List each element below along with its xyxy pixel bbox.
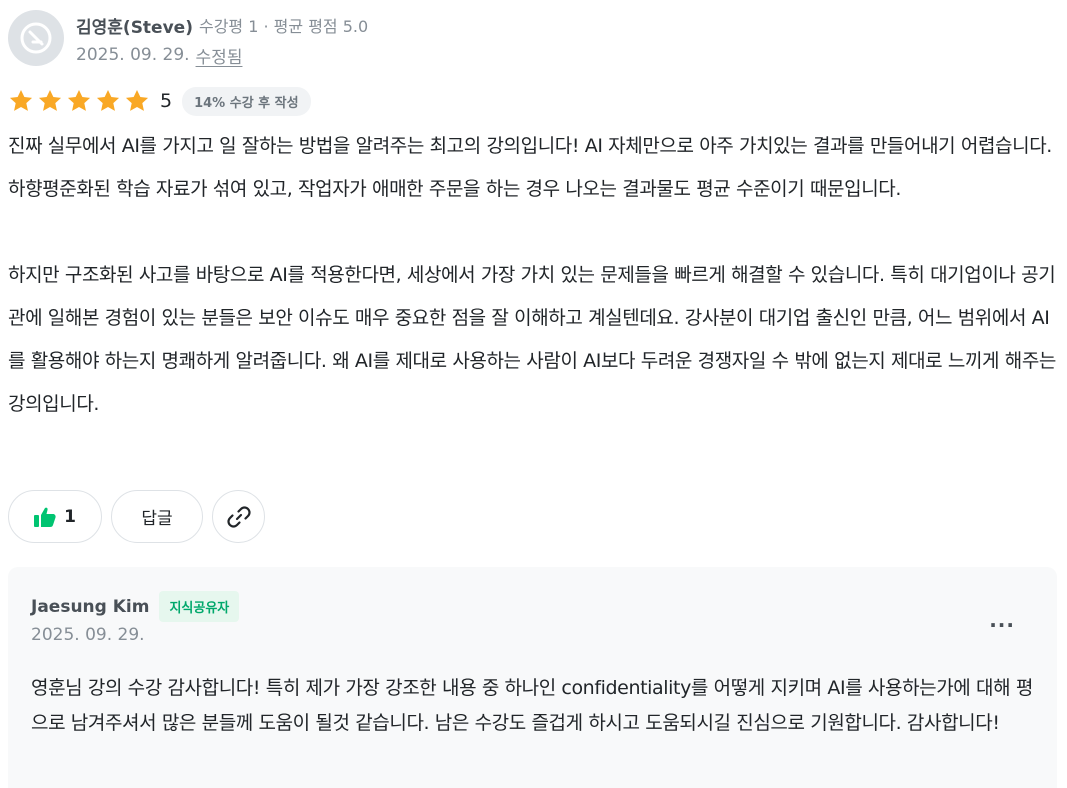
- star-icon: [125, 89, 149, 111]
- like-button[interactable]: 1: [8, 490, 102, 543]
- edited-label[interactable]: 수정됨: [196, 43, 243, 68]
- reply-author-name[interactable]: Jaesung Kim: [31, 597, 149, 617]
- reply-button-label: 답글: [141, 509, 173, 529]
- review-paragraph: 하지만 구조화된 사고를 바탕으로 AI를 적용한다면, 세상에서 가장 가치 …: [8, 264, 1056, 415]
- star-icon: [67, 89, 91, 111]
- avatar[interactable]: [8, 10, 64, 66]
- reply-button[interactable]: 답글: [111, 490, 203, 543]
- copy-link-button[interactable]: [212, 490, 265, 543]
- review-header: 김영훈(Steve) 수강평 1 · 평균 평점 5.0 2025. 09. 2…: [8, 10, 368, 70]
- reply-content: 영훈님 강의 수강 감사합니다! 특히 제가 가장 강조한 내용 중 하나인 c…: [31, 677, 1033, 734]
- star-icon: [9, 89, 33, 111]
- author-stats: 수강평 1 · 평균 평점 5.0: [198, 17, 369, 36]
- like-count: 1: [64, 506, 76, 527]
- reply-date: 2025. 09. 29.: [31, 625, 145, 645]
- progress-badge: 14% 수강 후 작성: [182, 86, 311, 116]
- thumbs-up-icon: [34, 507, 56, 527]
- link-icon: [226, 505, 251, 528]
- review-meta: 김영훈(Steve) 수강평 1 · 평균 평점 5.0 2025. 09. 2…: [76, 10, 368, 70]
- instructor-reply: Jaesung Kim 지식공유자 2025. 09. 29. ··· 영훈님 …: [8, 567, 1057, 788]
- review-date: 2025. 09. 29.: [76, 45, 190, 65]
- rating-score: 5: [160, 90, 173, 112]
- more-options-button[interactable]: ···: [989, 613, 1015, 637]
- author-name[interactable]: 김영훈(Steve): [76, 13, 193, 38]
- star-rating: [8, 88, 150, 114]
- review-paragraph: 진짜 실무에서 AI를 가지고 일 잘하는 방법을 알려주는 최고의 강의입니다…: [8, 135, 1052, 200]
- review-content: 진짜 실무에서 AI를 가지고 일 잘하는 방법을 알려주는 최고의 강의입니다…: [8, 125, 1060, 426]
- rating-row: 5 14% 수강 후 작성: [8, 86, 311, 116]
- default-avatar-icon: [20, 22, 52, 54]
- star-icon: [96, 89, 120, 111]
- review-actions: 1 답글: [8, 490, 265, 543]
- star-icon: [38, 89, 62, 111]
- instructor-badge: 지식공유자: [159, 591, 240, 622]
